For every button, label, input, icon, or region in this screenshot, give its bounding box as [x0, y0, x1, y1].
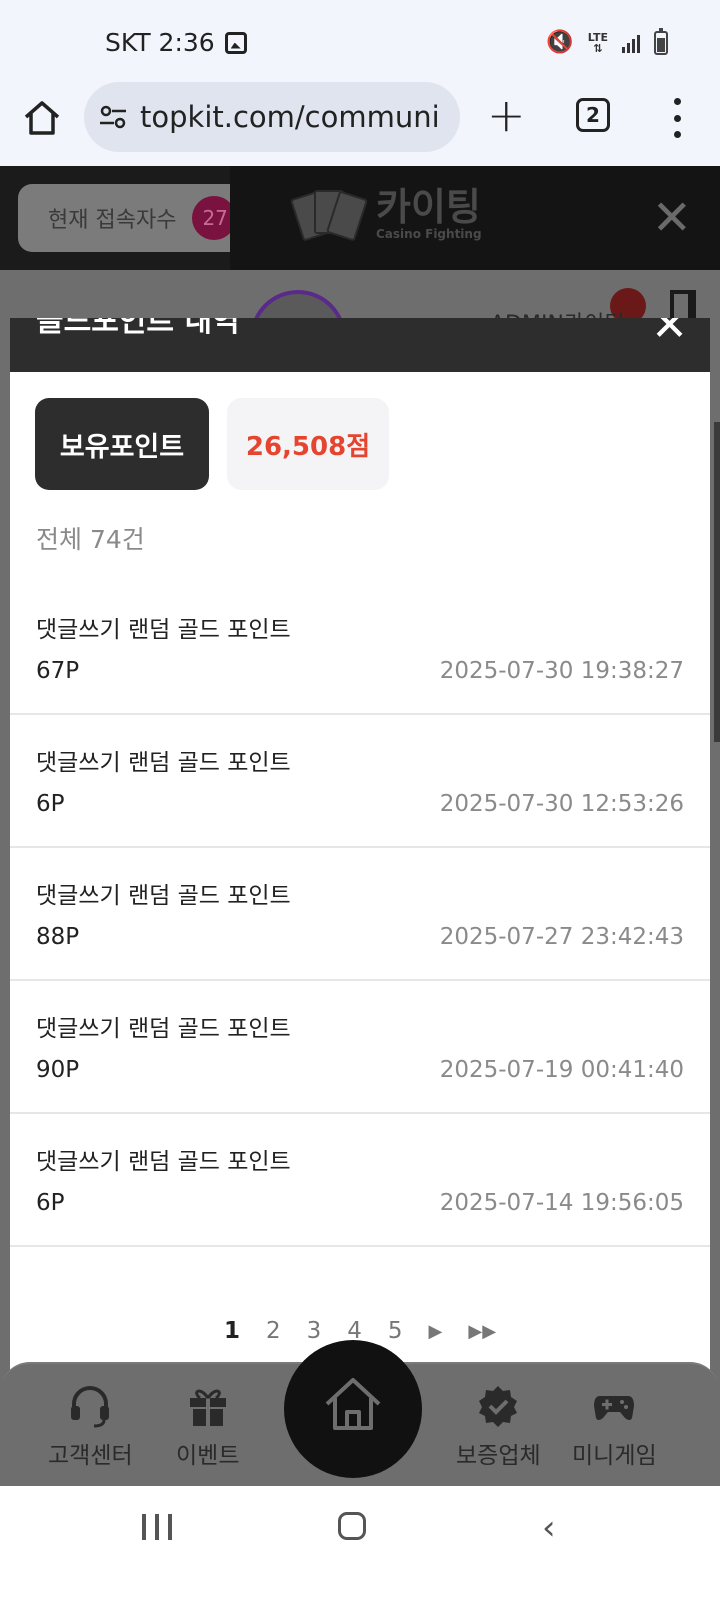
gallery-notification-icon — [224, 31, 247, 54]
gamepad-icon — [594, 1396, 635, 1420]
nav-label-customer-center: 고객센터 — [48, 1443, 133, 1469]
nav-guaranteed[interactable]: 보증업체 — [456, 1384, 541, 1470]
modal-header: 골드포인트 내역 ✕ — [10, 318, 710, 372]
status-left: SKT 2:36 — [105, 28, 247, 57]
nav-label-minigame: 미니게임 — [572, 1443, 657, 1469]
house-icon — [325, 1378, 381, 1430]
side-menu-close-icon[interactable]: ✕ — [652, 194, 692, 242]
item-title: 댓글쓰기 랜덤 골드 포인트 — [36, 1149, 291, 1175]
nav-minigame[interactable]: 미니게임 — [572, 1384, 657, 1470]
nav-customer-center[interactable]: 고객센터 — [48, 1384, 133, 1470]
list-item: 댓글쓰기 랜덤 골드 포인트 90P 2025-07-19 00:41:40 — [10, 981, 710, 1114]
nav-label-event: 이벤트 — [176, 1443, 240, 1469]
browser-toolbar: topkit.com/community/ + 2 — [0, 82, 720, 166]
side-menu-header: 카이팅 Casino Fighting ✕ — [230, 166, 720, 270]
modal-close-icon[interactable]: ✕ — [651, 318, 688, 348]
recent-apps-icon[interactable] — [142, 1514, 172, 1540]
new-tab-icon[interactable]: + — [487, 92, 526, 138]
item-amount: 67P — [36, 658, 80, 684]
item-title: 댓글쓰기 랜덤 골드 포인트 — [36, 1016, 291, 1042]
gold-point-history-modal: 골드포인트 내역 ✕ 보유포인트 26,508점 전체 74건 댓글쓰기 랜덤 … — [10, 318, 710, 1372]
carrier-time: SKT 2:36 — [105, 28, 215, 57]
nav-label-guaranteed: 보증업체 — [456, 1443, 541, 1469]
signal-icon — [622, 33, 640, 53]
visitor-label: 현재 접속자수 — [48, 208, 177, 233]
item-amount: 6P — [36, 1190, 65, 1216]
page-2-link[interactable]: 2 — [266, 1318, 281, 1344]
bottom-navigation: 고객센터 이벤트 보증업체 미니게임 — [0, 1340, 720, 1486]
nav-event[interactable]: 이벤트 — [176, 1384, 239, 1470]
home-icon[interactable] — [22, 98, 62, 138]
headset-icon — [71, 1386, 110, 1428]
site-settings-icon[interactable] — [98, 102, 128, 132]
playing-cards-icon — [289, 186, 370, 242]
page-1-link[interactable]: 1 — [224, 1318, 240, 1344]
battery-icon — [654, 27, 668, 55]
last-page-icon[interactable]: ▶▶ — [468, 1321, 496, 1342]
scrollbar[interactable] — [714, 422, 720, 742]
page-3-link[interactable]: 3 — [307, 1318, 322, 1344]
item-title: 댓글쓰기 랜덤 골드 포인트 — [36, 617, 291, 643]
item-title: 댓글쓰기 랜덤 골드 포인트 — [36, 883, 291, 909]
item-date: 2025-07-27 23:42:43 — [439, 924, 684, 950]
point-history-list: 댓글쓰기 랜덤 골드 포인트 67P 2025-07-30 19:38:27 댓… — [10, 582, 710, 1247]
page-5-link[interactable]: 5 — [388, 1318, 403, 1344]
lte-icon: LTE ⇅ — [587, 30, 608, 55]
address-bar[interactable]: topkit.com/community/ — [84, 82, 460, 152]
item-date: 2025-07-14 19:56:05 — [439, 1190, 684, 1216]
item-amount: 88P — [36, 924, 80, 950]
status-right: 🔇 LTE ⇅ — [546, 27, 668, 55]
modal-title: 골드포인트 내역 — [36, 318, 240, 339]
list-item: 댓글쓰기 랜덤 골드 포인트 6P 2025-07-14 19:56:05 — [10, 1114, 710, 1247]
list-item: 댓글쓰기 랜덤 골드 포인트 67P 2025-07-30 19:38:27 — [10, 582, 710, 715]
gift-icon — [189, 1389, 226, 1426]
points-value: 26,508점 — [227, 398, 389, 490]
tab-switcher-button[interactable]: 2 — [576, 98, 610, 132]
system-navigation-bar: ‹ — [0, 1486, 720, 1600]
item-date: 2025-07-30 12:53:26 — [439, 791, 684, 817]
item-title: 댓글쓰기 랜덤 골드 포인트 — [36, 750, 291, 776]
next-page-icon[interactable]: ▶ — [429, 1321, 443, 1342]
back-icon[interactable]: ‹ — [542, 1508, 556, 1548]
system-home-icon[interactable] — [338, 1512, 366, 1540]
logo-subtitle: Casino Fighting — [376, 227, 482, 241]
list-item: 댓글쓰기 랜덤 골드 포인트 88P 2025-07-27 23:42:43 — [10, 848, 710, 981]
network-label: LTE — [587, 30, 608, 44]
item-date: 2025-07-30 19:38:27 — [439, 658, 684, 684]
home-fab-button[interactable] — [284, 1340, 422, 1478]
item-amount: 90P — [36, 1057, 80, 1083]
points-label: 보유포인트 — [35, 398, 209, 490]
verified-badge-icon — [479, 1386, 518, 1427]
mute-icon: 🔇 — [546, 30, 574, 55]
more-menu-icon[interactable] — [672, 98, 682, 138]
logo-title: 카이팅 — [376, 185, 481, 229]
item-amount: 6P — [36, 791, 65, 817]
list-item: 댓글쓰기 랜덤 골드 포인트 6P 2025-07-30 12:53:26 — [10, 715, 710, 848]
site-logo[interactable]: 카이팅 Casino Fighting — [289, 185, 482, 242]
total-count: 전체 74건 — [36, 525, 145, 554]
url-text[interactable]: topkit.com/community/ — [140, 100, 440, 134]
points-summary: 보유포인트 26,508점 — [35, 398, 389, 490]
status-bar: SKT 2:36 🔇 LTE ⇅ — [0, 0, 720, 86]
item-date: 2025-07-19 00:41:40 — [439, 1057, 684, 1083]
